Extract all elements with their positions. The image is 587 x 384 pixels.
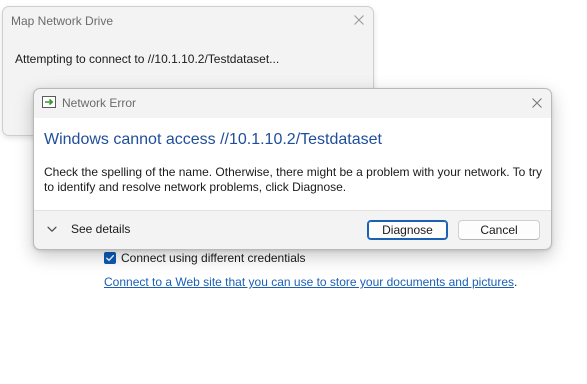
diagnose-button[interactable]: Diagnose [367,220,448,240]
network-error-footer: See details Diagnose Cancel [34,210,551,249]
map-network-drive-titlebar[interactable]: Map Network Drive [3,7,373,35]
see-details-label: See details [71,222,131,236]
connection-status-message: Attempting to connect to //10.1.10.2/Tes… [15,52,280,66]
web-site-link-row: Connect to a Web site that you can use t… [104,275,517,289]
error-description: Check the spelling of the name. Otherwis… [44,165,543,194]
web-site-link-suffix: . [514,275,518,289]
network-error-app-icon [42,96,56,108]
cancel-button[interactable]: Cancel [458,220,540,240]
map-network-drive-title: Map Network Drive [11,14,114,28]
network-error-title: Network Error [62,96,137,110]
see-details-toggle[interactable]: See details [46,222,130,236]
close-icon[interactable] [531,97,543,109]
network-error-content: Windows cannot access //10.1.10.2/Testda… [34,118,551,210]
network-error-titlebar[interactable]: Network Error [34,89,551,118]
checkmark-icon [106,254,115,261]
different-credentials-label[interactable]: Connect using different credentials [121,251,306,265]
error-heading: Windows cannot access //10.1.10.2/Testda… [44,131,382,148]
different-credentials-checkbox[interactable] [104,251,116,264]
close-icon[interactable] [353,14,365,26]
web-site-link[interactable]: Connect to a Web site that you can use t… [104,275,514,289]
network-error-dialog: Network Error Windows cannot access //10… [33,88,552,250]
chevron-down-icon [47,226,57,232]
different-credentials-option[interactable]: Connect using different credentials [104,250,306,265]
